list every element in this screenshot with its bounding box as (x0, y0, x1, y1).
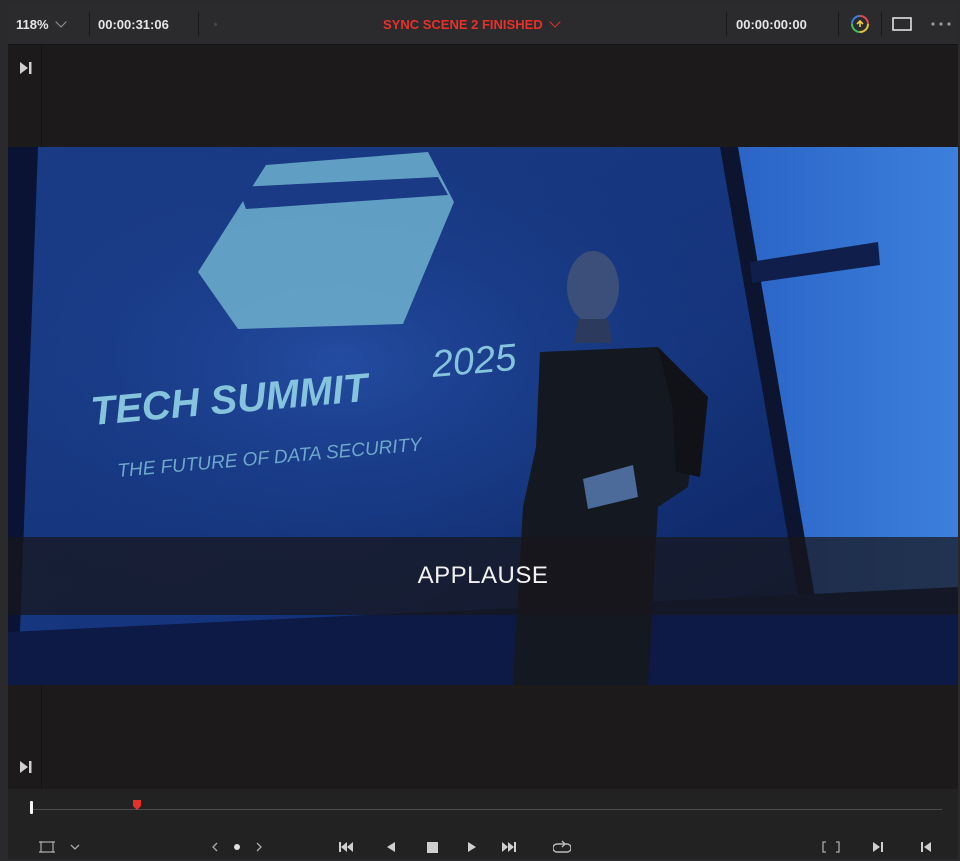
divider (838, 12, 839, 36)
viewer-mode-icon[interactable] (892, 4, 912, 44)
safe-area-icon[interactable] (36, 835, 58, 859)
scrubber-track[interactable] (32, 809, 942, 810)
scrubber-start-handle[interactable] (30, 801, 33, 814)
zoom-label: 118% (16, 16, 49, 32)
play-icon[interactable] (464, 835, 480, 859)
divider (198, 12, 199, 36)
jump-to-end-icon[interactable] (499, 835, 519, 859)
mark-in-icon[interactable] (870, 835, 886, 859)
clip-title: SYNC SCENE 2 FINISHED (383, 16, 543, 32)
record-timecode[interactable]: 00:00:00:00 (736, 4, 807, 44)
video-frame: TECH SUMMIT 2025 THE FUTURE OF DATA SECU… (8, 147, 958, 685)
match-frame-icon[interactable] (820, 835, 842, 859)
status-dot (214, 23, 217, 26)
chevron-down-icon (54, 15, 67, 28)
divider (89, 12, 90, 36)
stop-icon[interactable] (424, 835, 440, 859)
video-viewer[interactable]: TECH SUMMIT 2025 THE FUTURE OF DATA SECU… (8, 45, 958, 789)
mark-out-icon[interactable] (918, 835, 934, 859)
divider (726, 12, 727, 36)
source-timecode[interactable]: 00:00:31:06 (98, 4, 169, 44)
chevron-down-icon[interactable] (66, 835, 84, 859)
viewer-header: 118% 00:00:31:06 SYNC SCENE 2 FINISHED 0… (8, 4, 958, 45)
chevron-down-icon (548, 15, 561, 28)
prev-clip-icon[interactable] (208, 835, 222, 859)
next-frame-marker-icon[interactable] (19, 61, 33, 75)
next-frame-marker-icon[interactable] (19, 760, 33, 774)
jump-to-start-icon[interactable] (336, 835, 356, 859)
next-clip-icon[interactable] (252, 835, 266, 859)
reverse-play-icon[interactable] (383, 835, 399, 859)
more-options-icon[interactable] (930, 4, 952, 44)
loop-icon[interactable] (551, 835, 573, 859)
viewer-window: 118% 00:00:31:06 SYNC SCENE 2 FINISHED 0… (8, 4, 958, 859)
dot-icon[interactable] (230, 835, 244, 859)
slide-year: 2025 (429, 337, 519, 386)
clip-title-dropdown[interactable]: SYNC SCENE 2 FINISHED (383, 4, 561, 44)
divider (881, 12, 882, 36)
transport-controls (8, 789, 958, 859)
subtitle-caption: APPLAUSE (8, 537, 958, 615)
color-wheel-icon[interactable] (850, 4, 870, 44)
zoom-dropdown[interactable]: 118% (16, 4, 67, 44)
playhead-marker-icon[interactable] (132, 797, 142, 810)
